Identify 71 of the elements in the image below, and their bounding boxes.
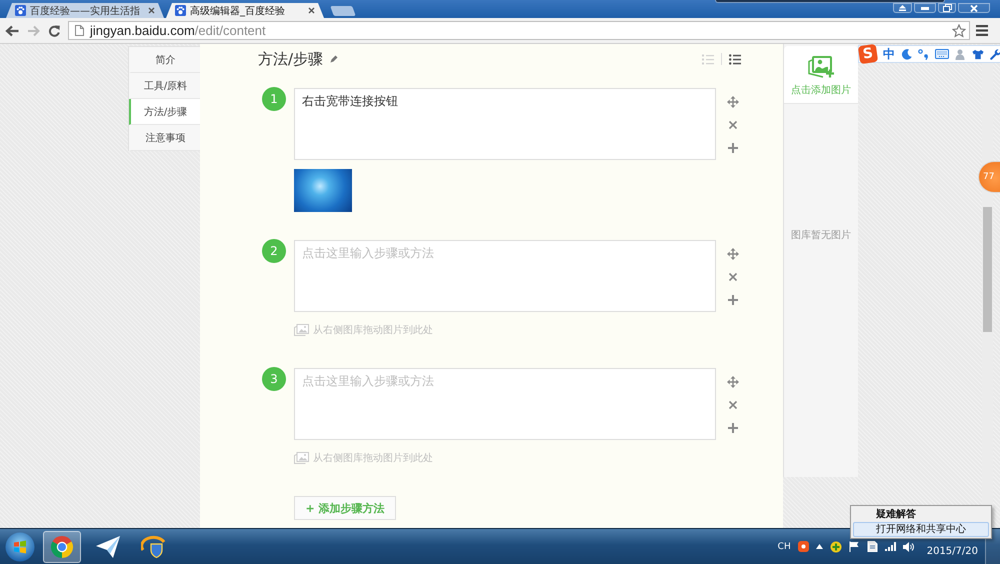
paper-plane-icon [95,534,121,558]
restore-button[interactable] [938,3,956,13]
reload-icon[interactable] [48,24,60,36]
shield-icon [141,534,167,558]
input-mode-toggle[interactable]: 中 [883,46,895,62]
tab-title: 百度经验——实用生活指 [30,4,141,18]
image-icon [294,324,309,336]
step-input[interactable]: 右击宽带连接按钮 [294,88,716,160]
bulleted-list-icon[interactable] [729,54,741,64]
step-number: 2 [262,239,286,263]
menu-icon[interactable] [976,25,988,36]
restore-icon [942,4,952,12]
add-icon[interactable] [726,422,738,434]
start-orb-icon[interactable] [5,532,35,562]
plus-circle-icon[interactable] [830,540,842,552]
keyboard-icon[interactable] [935,49,949,59]
move-icon[interactable] [726,376,738,388]
minimize-icon [921,6,929,10]
browser-tab[interactable]: 百度经验——实用生活指 [6,3,164,18]
tab-title: 高级编辑器_百度经验 [190,4,286,18]
minimize-button[interactable] [914,3,936,13]
drop-hint: 从右侧图库拖动图片到此处 [313,452,433,465]
empty-gallery-text: 图库暂无图片 [791,230,851,241]
menu-item[interactable]: 疑难解答 [853,507,989,522]
back-icon[interactable] [5,24,19,36]
url-text: jingyan.baidu.com/edit/content [90,23,266,38]
close-icon[interactable] [308,7,315,14]
chevron-up-icon[interactable] [816,544,823,549]
close-icon [970,4,978,12]
address-field[interactable]: jingyan.baidu.com/edit/content [68,21,970,40]
shirt-icon[interactable] [972,48,984,60]
scrollbar-thumb[interactable] [983,207,992,332]
section-title: 方法/步骤 [258,50,324,68]
new-tab-button[interactable] [330,6,356,16]
step-number: 1 [262,87,286,111]
paw-icon [15,5,26,16]
add-icon[interactable] [726,294,738,306]
close-button[interactable] [958,3,990,13]
clock-date[interactable]: 2015/7/20 [926,536,978,557]
document-icon[interactable] [866,541,878,552]
flag-icon[interactable] [848,541,860,552]
eject-button[interactable] [893,3,912,13]
punctuation-icon[interactable] [918,48,929,60]
browser-icon [50,534,74,558]
wrench-icon[interactable] [990,48,1000,60]
eject-icon [899,5,906,11]
signal-icon[interactable] [884,542,896,551]
moon-icon[interactable] [901,48,912,60]
browser-tab[interactable]: 高级编辑器_百度经验 [166,3,324,18]
step-input[interactable]: 点击这里输入步骤或方法 [294,368,716,440]
image-icon [294,452,309,464]
move-icon[interactable] [726,96,738,108]
close-icon[interactable] [728,120,738,130]
nav-item[interactable]: 方法/步骤 [129,99,200,125]
close-icon[interactable] [148,7,155,14]
step-number: 3 [262,367,286,391]
pencil-icon[interactable] [330,55,338,63]
add-image-icon [808,56,834,78]
drop-hint: 从右侧图库拖动图片到此处 [313,324,433,337]
close-icon[interactable] [728,272,738,282]
dot-tile-icon[interactable] [798,541,809,552]
page-icon [75,25,84,36]
paw-icon [175,5,186,16]
star-icon[interactable] [952,24,966,38]
step-input[interactable]: 点击这里输入步骤或方法 [294,240,716,312]
menu-item[interactable]: 打开网络和共享中心 [853,522,989,537]
move-icon[interactable] [726,248,738,260]
language-indicator[interactable]: CH [778,542,791,552]
close-icon[interactable] [728,400,738,410]
add-icon[interactable] [726,142,738,154]
speaker-icon[interactable] [902,542,914,552]
